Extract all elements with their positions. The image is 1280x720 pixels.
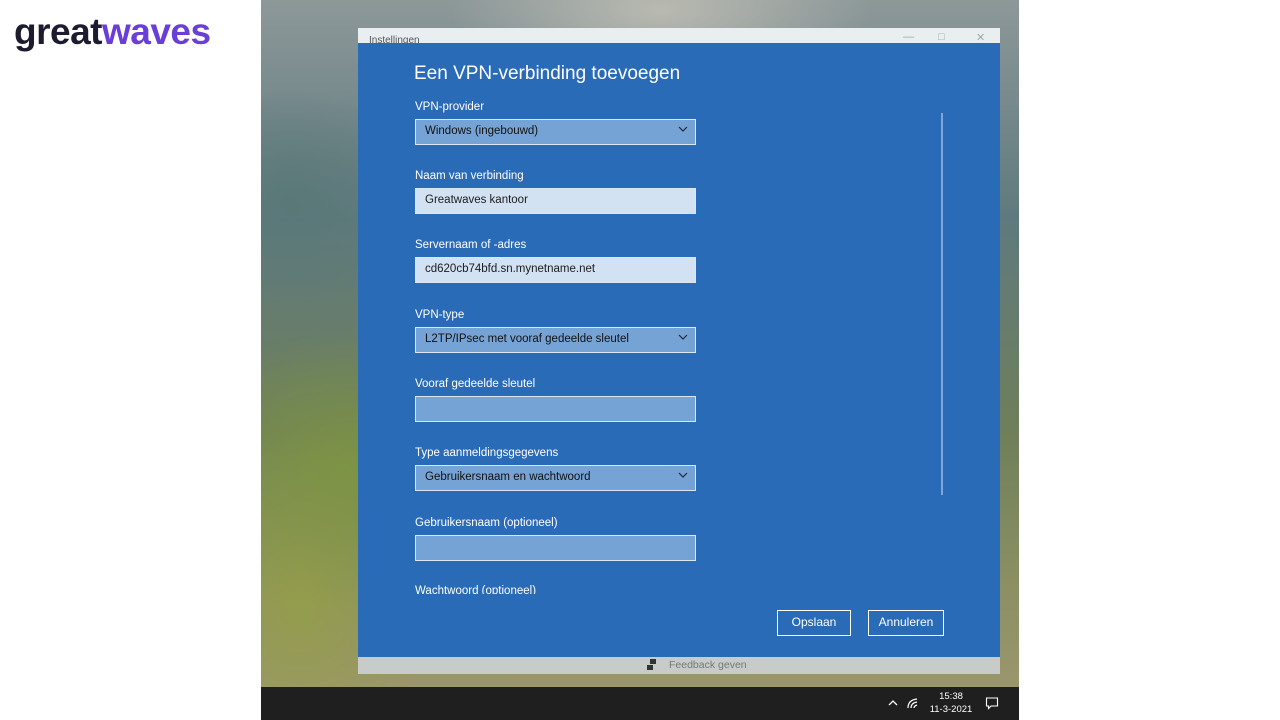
notification-icon[interactable] bbox=[985, 696, 999, 710]
save-button[interactable]: Opslaan bbox=[777, 610, 851, 636]
wifi-icon[interactable] bbox=[906, 696, 920, 710]
chevron-down-icon bbox=[678, 334, 688, 340]
connection-name-input[interactable]: Greatwaves kantoor bbox=[415, 188, 696, 214]
clock-time: 15:38 bbox=[939, 691, 963, 702]
signin-type-value: Gebruikersnaam en wachtwoord bbox=[425, 471, 591, 483]
preshared-key-label: Vooraf gedeelde sleutel bbox=[415, 378, 536, 390]
server-address-label: Servernaam of -adres bbox=[415, 239, 527, 251]
maximize-icon[interactable]: □ bbox=[938, 31, 945, 43]
chevron-up-icon[interactable] bbox=[886, 696, 900, 710]
connection-name-label: Naam van verbinding bbox=[415, 170, 524, 182]
clock-date: 11-3-2021 bbox=[929, 704, 973, 715]
minimize-icon[interactable]: — bbox=[903, 31, 914, 43]
signin-type-select[interactable]: Gebruikersnaam en wachtwoord bbox=[415, 465, 696, 491]
server-address-value: cd620cb74bfd.sn.mynetname.net bbox=[425, 263, 596, 275]
signin-type-label: Type aanmeldingsgegevens bbox=[415, 447, 559, 459]
preshared-key-input[interactable] bbox=[415, 396, 696, 422]
taskbar: 15:38 11-3-2021 bbox=[261, 687, 1019, 720]
taskbar-clock[interactable]: 15:38 11-3-2021 bbox=[926, 690, 976, 716]
username-input[interactable] bbox=[415, 535, 696, 561]
brand-logo-part1: great bbox=[14, 11, 102, 52]
window-footer: Feedback geven bbox=[358, 657, 1000, 674]
chevron-down-icon bbox=[678, 126, 688, 132]
vpn-type-value: L2TP/IPsec met vooraf gedeelde sleutel bbox=[425, 333, 629, 345]
cancel-button[interactable]: Annuleren bbox=[868, 610, 944, 636]
feedback-link[interactable]: Feedback geven bbox=[669, 659, 747, 671]
vpn-type-select[interactable]: L2TP/IPsec met vooraf gedeelde sleutel bbox=[415, 327, 696, 353]
vpn-dialog: Een VPN-verbinding toevoegen VPN-provide… bbox=[358, 43, 1000, 657]
vpn-provider-select[interactable]: Windows (ingebouwd) bbox=[415, 119, 696, 145]
vpn-provider-value: Windows (ingebouwd) bbox=[425, 125, 539, 137]
feedback-icon bbox=[647, 659, 656, 670]
vpn-type-label: VPN-type bbox=[415, 309, 465, 321]
server-address-input[interactable]: cd620cb74bfd.sn.mynetname.net bbox=[415, 257, 696, 283]
username-label: Gebruikersnaam (optioneel) bbox=[415, 517, 558, 529]
scrollbar[interactable] bbox=[941, 113, 943, 495]
vpn-provider-label: VPN-provider bbox=[415, 101, 485, 113]
brand-logo-part2: waves bbox=[101, 11, 211, 52]
password-label: Wachtwoord (optioneel) bbox=[415, 585, 537, 594]
brand-logo: greatwaves bbox=[14, 10, 211, 54]
connection-name-value: Greatwaves kantoor bbox=[425, 194, 528, 206]
dialog-title: Een VPN-verbinding toevoegen bbox=[414, 63, 681, 84]
chevron-down-icon bbox=[678, 472, 688, 478]
